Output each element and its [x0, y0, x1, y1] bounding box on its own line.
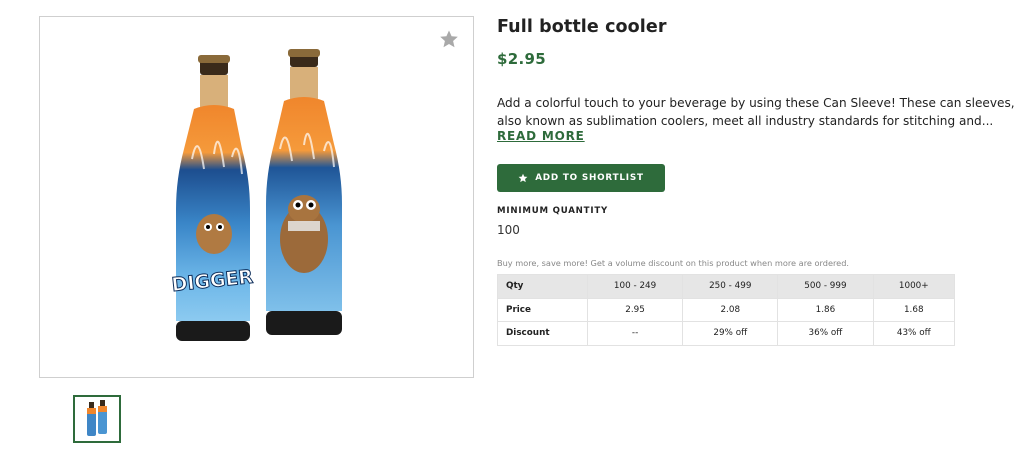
table-header-cell: 100 - 249: [586, 274, 684, 299]
table-row: Discount -- 29% off 36% off 43% off: [497, 321, 956, 346]
product-thumbnail[interactable]: [73, 395, 121, 443]
pricing-table: Qty 100 - 249 250 - 499 500 - 999 1000+ …: [497, 274, 956, 346]
add-to-shortlist-button[interactable]: ADD TO SHORTLIST: [497, 164, 665, 192]
product-description: Add a colorful touch to your beverage by…: [497, 94, 1015, 130]
table-cell: Discount: [497, 321, 588, 346]
table-cell: 1.86: [777, 297, 874, 322]
minimum-quantity-label: MINIMUM QUANTITY: [497, 206, 609, 216]
minimum-quantity-value: 100: [497, 223, 520, 237]
table-header-cell: 250 - 499: [682, 274, 779, 299]
table-cell: 1.68: [872, 297, 956, 322]
table-cell: --: [586, 321, 684, 346]
product-title: Full bottle cooler: [497, 17, 667, 37]
description-line: Add a colorful touch to your beverage by…: [497, 96, 1015, 110]
favorite-star-icon[interactable]: [439, 29, 459, 49]
table-header-cell: 1000+: [872, 274, 956, 299]
add-to-shortlist-label: ADD TO SHORTLIST: [535, 173, 644, 183]
product-price: $2.95: [497, 50, 546, 68]
table-row: Price 2.95 2.08 1.86 1.68: [497, 297, 956, 322]
star-icon: [518, 173, 528, 183]
thumbnail-image: [87, 400, 107, 436]
volume-discount-note: Buy more, save more! Get a volume discou…: [497, 258, 850, 268]
table-cell: 2.95: [586, 297, 684, 322]
table-cell: Price: [497, 297, 588, 322]
table-cell: 43% off: [872, 321, 956, 346]
pricing-table-header-row: Qty 100 - 249 250 - 499 500 - 999 1000+: [497, 274, 956, 299]
table-header-cell: Qty: [497, 274, 588, 299]
product-image: DIGGER: [170, 49, 342, 341]
table-cell: 2.08: [682, 297, 779, 322]
table-header-cell: 500 - 999: [777, 274, 874, 299]
product-image-frame: DIGGER: [39, 16, 474, 378]
read-more-link[interactable]: READ MORE: [497, 129, 585, 143]
table-cell: 36% off: [777, 321, 874, 346]
table-cell: 29% off: [682, 321, 779, 346]
description-line: also known as sublimation coolers, meet …: [497, 114, 994, 128]
